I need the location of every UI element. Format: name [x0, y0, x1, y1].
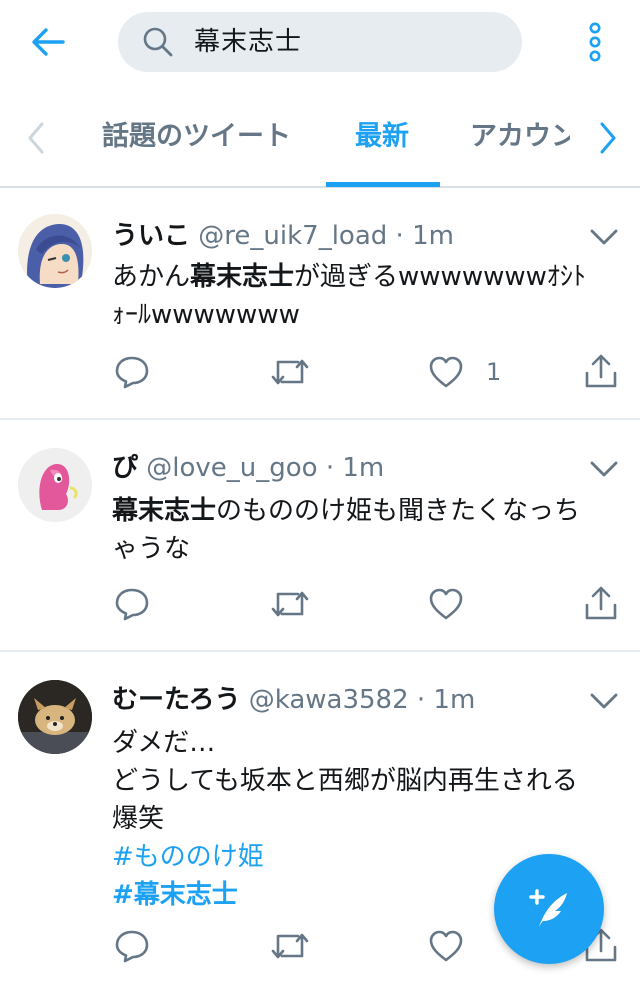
like-button[interactable]: 1: [428, 350, 501, 394]
search-query[interactable]: 幕末志士: [194, 12, 302, 72]
arrow-left-icon: [32, 28, 65, 56]
display-name[interactable]: ういこ: [112, 221, 190, 251]
retweet-button[interactable]: [270, 924, 310, 968]
tab-latest[interactable]: 最新: [355, 88, 409, 186]
tab-accounts-clip: アカウント: [470, 88, 570, 186]
compose-tweet-button[interactable]: [494, 854, 604, 964]
reply-icon: [115, 588, 149, 621]
separator-dot: ·: [416, 685, 426, 715]
display-name[interactable]: むーたろう: [112, 685, 240, 715]
share-button[interactable]: [582, 582, 620, 626]
text-run: ゃうな: [112, 534, 191, 564]
tab-top-tweets[interactable]: 話題のツイート: [102, 88, 291, 186]
dog-photo-avatar-image: [18, 680, 92, 754]
retweet-button[interactable]: [270, 350, 310, 394]
text-line: ダメだ…: [112, 728, 216, 758]
user-handle[interactable]: @love_u_goo: [146, 453, 317, 483]
anime-character-avatar-image: [18, 214, 92, 288]
chevron-down-icon[interactable]: [586, 686, 622, 716]
tweet[interactable]: ぴ @love_u_goo · 1m 幕末志士のもののけ姫も聞きたくなっち ゃうな: [0, 420, 640, 652]
tweet[interactable]: ういこ @re_uik7_load · 1m あかん幕末志士が過ぎるwwwwww…: [0, 190, 640, 420]
timestamp: 1m: [433, 685, 476, 715]
reply-button[interactable]: [114, 582, 150, 626]
chevron-down-icon[interactable]: [586, 222, 622, 252]
reply-button[interactable]: [114, 924, 150, 968]
retweet-icon: [271, 933, 309, 959]
user-handle[interactable]: @re_uik7_load: [198, 221, 387, 251]
share-icon: [585, 354, 617, 388]
highlighted-keyword: 幕末志士: [190, 262, 295, 292]
compose-feather-icon: [529, 889, 567, 927]
highlighted-keyword: 幕末志士: [112, 496, 217, 526]
chevron-down-icon[interactable]: [586, 454, 622, 484]
like-button[interactable]: [428, 582, 464, 626]
heart-icon: [429, 588, 463, 620]
timestamp: 1m: [342, 453, 385, 483]
character-avatar-image: [18, 448, 92, 522]
separator-dot: ·: [395, 221, 404, 251]
text-line: 爆笑: [112, 804, 165, 834]
search-input[interactable]: 幕末志士: [118, 12, 522, 72]
avatar[interactable]: [18, 214, 92, 288]
search-icon: [143, 27, 173, 57]
retweet-icon: [271, 359, 309, 385]
active-tab-indicator: [326, 182, 440, 187]
retweet-icon: [271, 591, 309, 617]
tweet-header: ぴ @love_u_goo · 1m: [112, 448, 384, 488]
avatar[interactable]: [18, 448, 92, 522]
back-button[interactable]: [26, 22, 70, 62]
tweet-text: 幕末志士のもののけ姫も聞きたくなっち ゃうな: [112, 492, 622, 568]
more-options-button[interactable]: [578, 20, 612, 64]
reply-icon: [115, 930, 149, 963]
text-run: が過ぎるwwwwwwwｵｼﾄ: [294, 262, 586, 292]
separator-dot: ·: [325, 453, 335, 483]
text-line: どうしても坂本と西郷が脳内再生される: [112, 766, 578, 796]
chevron-left-icon[interactable]: [22, 118, 52, 158]
like-count: 1: [486, 358, 502, 386]
tweet-actions: 1: [112, 350, 632, 394]
avatar[interactable]: [18, 680, 92, 754]
tweet-header: ういこ @re_uik7_load · 1m: [112, 216, 454, 256]
retweet-button[interactable]: [270, 582, 310, 626]
share-icon: [585, 586, 617, 620]
timestamp: 1m: [412, 221, 454, 251]
more-vertical-icon: [589, 22, 601, 62]
text-run: ｫｰﾙwwwwwww: [112, 300, 300, 330]
tweet-actions: [112, 582, 632, 626]
tab-accounts[interactable]: アカウント: [470, 88, 570, 186]
text-run: のもののけ姫も聞きたくなっち: [216, 496, 581, 526]
top-bar: 幕末志士: [0, 0, 640, 88]
share-button[interactable]: [582, 350, 620, 394]
reply-icon: [115, 356, 149, 389]
reply-button[interactable]: [114, 350, 150, 394]
heart-icon: [429, 930, 463, 962]
heart-icon: [429, 356, 463, 388]
search-tabs: 話題のツイート 最新 アカウント: [0, 88, 640, 188]
display-name[interactable]: ぴ: [112, 453, 138, 483]
tweet-text: あかん幕末志士が過ぎるwwwwwwwｵｼﾄ ｫｰﾙwwwwwww: [112, 258, 622, 334]
like-button[interactable]: [428, 924, 464, 968]
chevron-right-icon[interactable]: [592, 118, 622, 158]
tweet-header: むーたろう @kawa3582 · 1m: [112, 680, 475, 720]
user-handle[interactable]: @kawa3582: [249, 685, 409, 715]
text-run: あかん: [112, 262, 191, 292]
